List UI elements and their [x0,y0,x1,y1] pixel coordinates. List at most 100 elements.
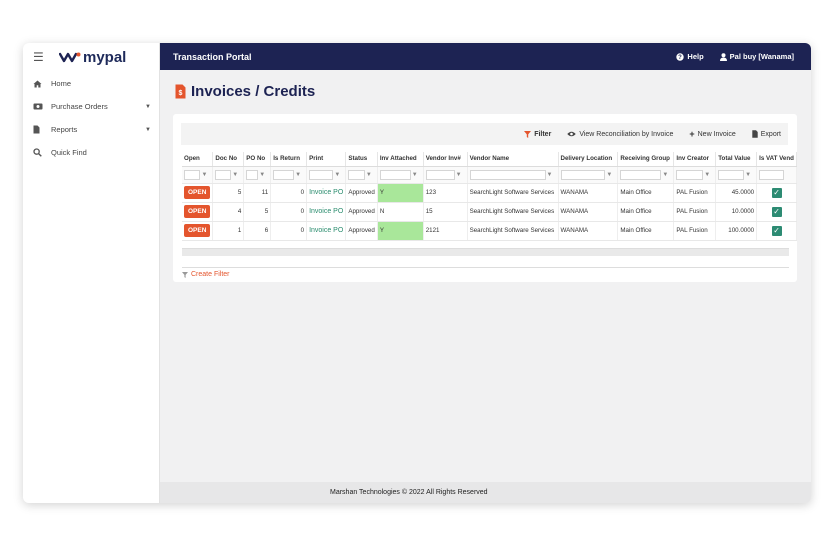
create-filter-button[interactable]: Create Filter [182,267,789,278]
receiving-group-cell: Main Office [617,183,675,203]
receiving-group-cell: Main Office [617,202,675,222]
filter-icon [182,271,188,278]
status-cell: Approved [345,202,378,222]
create-filter-label: Create Filter [191,271,230,278]
is-return-cell: 0 [270,202,308,222]
filter-icon[interactable]: ▼ [547,172,553,178]
filter-icon[interactable]: ▼ [232,172,238,178]
page-header: $ Invoices / Credits [175,83,315,100]
column-filter-input[interactable] [246,169,259,180]
column-header[interactable]: Inv Attached [377,152,424,167]
export-button[interactable]: Export [752,130,781,138]
filter-icon[interactable]: ▼ [662,172,668,178]
sidebar-item-reports[interactable]: Reports ▼ [23,118,159,141]
column-filter-input[interactable] [273,169,295,180]
view-reconciliation-label: View Reconciliation by Invoice [579,130,674,138]
column-header[interactable]: Receiving Group [617,152,675,167]
print-link[interactable]: Invoice PO [309,227,343,234]
plus-icon: + [689,129,695,139]
column-filter-input[interactable] [469,169,546,180]
filter-icon[interactable]: ▼ [456,172,462,178]
column-header[interactable]: Vendor Name [467,152,559,167]
open-button[interactable]: OPEN [184,224,211,237]
total-value-cell: 45.0000 [715,183,758,203]
filter-icon[interactable]: ▼ [366,172,372,178]
filter-icon[interactable]: ▼ [201,172,207,178]
print-link[interactable]: Invoice PO [309,208,343,215]
column-filter-input[interactable] [215,169,232,180]
delivery-location-cell: WANAMA [558,202,619,222]
view-reconciliation-button[interactable]: View Reconciliation by Invoice [567,131,673,138]
column-filter-input[interactable] [676,169,704,180]
receiving-group-cell: Main Office [617,221,675,241]
column-filter-input[interactable] [759,169,784,180]
vat-vendor-checkbox[interactable]: ✓ [771,187,782,198]
chevron-down-icon: ▼ [145,126,151,133]
column-header[interactable]: Status [345,152,378,167]
app-window: ☰ mypal Home Purchase Orders ▼ Reports ▼… [23,43,811,503]
vat-vendor-checkbox[interactable]: ✓ [771,225,782,236]
po-no-cell: 6 [243,221,272,241]
new-invoice-button[interactable]: + New Invoice [689,129,735,139]
chevron-down-icon: ▼ [145,103,151,110]
column-filter-input[interactable] [620,169,662,180]
column-header[interactable]: Delivery Location [558,152,619,167]
help-label: Help [687,52,704,61]
home-icon [33,80,51,88]
open-button[interactable]: OPEN [184,205,211,218]
sidebar-item-label: Reports [51,125,78,134]
column-filter-input[interactable] [309,169,334,180]
header-row: Open Doc No PO No Is Return Print Status… [182,152,797,167]
inv-creator-cell: PAL Fusion [673,202,717,222]
svg-text:?: ? [679,55,683,61]
inv-attached-cell: Y [377,221,424,241]
open-button[interactable]: OPEN [184,186,211,199]
mypal-logo-icon [59,52,81,63]
doc-no-cell: 5 [212,183,245,203]
column-filter-input[interactable] [379,169,411,180]
filter-icon[interactable]: ▼ [606,172,612,178]
filter-button[interactable]: Filter [524,130,552,138]
inv-creator-cell: PAL Fusion [673,221,717,241]
new-invoice-label: New Invoice [697,130,736,138]
footer: Marshan Technologies © 2022 All Rights R… [160,482,811,503]
print-link[interactable]: Invoice PO [309,189,343,196]
filter-icon[interactable]: ▼ [704,172,710,178]
horizontal-scrollbar[interactable] [182,248,789,256]
vat-vendor-checkbox[interactable]: ✓ [771,206,782,217]
column-header[interactable]: PO No [243,152,272,167]
filter-icon[interactable]: ▼ [412,172,418,178]
column-header[interactable]: Print [306,152,347,167]
filter-label: Filter [534,130,552,138]
svg-text:$: $ [179,90,183,97]
column-filter-input[interactable] [560,169,606,180]
vendor-inv-cell: 2121 [423,221,468,241]
column-header[interactable]: Doc No [212,152,245,167]
column-header[interactable]: Total Value [715,152,758,167]
help-button[interactable]: ? Help [676,52,704,61]
inv-attached-cell: Y [377,183,424,203]
column-header[interactable]: Vendor Inv# [423,152,468,167]
filter-icon[interactable]: ▼ [334,172,340,178]
sidebar-item-quick-find[interactable]: Quick Find [23,141,159,164]
column-filter-input[interactable] [425,169,455,180]
column-header[interactable]: Inv Creator [673,152,717,167]
sidebar-item-purchase-orders[interactable]: Purchase Orders ▼ [23,95,159,118]
app-name: mypal [83,48,127,66]
column-header[interactable]: Is Return [270,152,308,167]
filter-icon[interactable]: ▼ [745,172,751,178]
column-filter-input[interactable] [348,169,365,180]
help-icon: ? [676,52,685,61]
column-filter-input[interactable] [718,169,745,180]
column-header[interactable]: Open [182,152,214,167]
user-menu[interactable]: Pal buy [Wanama] [719,52,794,61]
column-header[interactable]: Is VAT Vend [756,152,797,167]
sidebar-item-home[interactable]: Home [23,72,159,95]
status-cell: Approved [345,183,378,203]
column-filter-input[interactable] [184,169,201,180]
filter-icon[interactable]: ▼ [259,172,265,178]
hamburger-menu-icon[interactable]: ☰ [33,50,53,64]
filter-icon[interactable]: ▼ [295,172,301,178]
doc-no-cell: 4 [212,202,245,222]
inv-attached-cell: N [377,202,424,222]
